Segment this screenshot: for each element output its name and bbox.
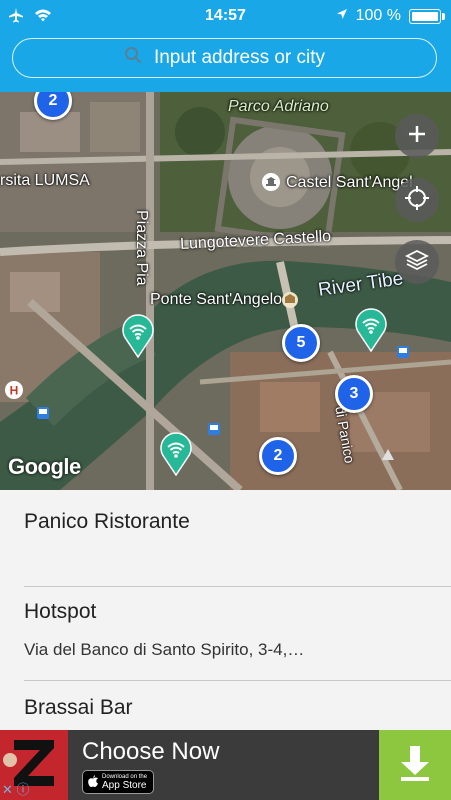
status-bar: 14:57 100 % [0, 0, 451, 32]
battery-icon [409, 8, 445, 24]
divider [24, 680, 451, 681]
search-placeholder: Input address or city [153, 47, 326, 68]
download-icon [398, 744, 432, 787]
app-store-label: App Store [102, 779, 147, 791]
cluster-marker[interactable]: 2 [259, 437, 297, 475]
label-ponte-santangelo: Ponte Sant'Angelo [150, 291, 283, 308]
result-address: Via del Banco di Santo Spirito, 3-4,… [24, 640, 305, 659]
result-title: Brassai Bar [24, 696, 133, 719]
hotspot-pin-icon[interactable] [121, 314, 155, 358]
search-input[interactable]: Input address or city [12, 38, 437, 78]
locate-me-button[interactable] [395, 178, 439, 222]
museum-icon [261, 172, 281, 197]
bus-stop-icon [37, 406, 49, 424]
header: 14:57 100 % Input address or city [0, 0, 451, 92]
label-castel-santangelo: Castel Sant'Angel [286, 174, 413, 191]
google-attribution: Google [8, 454, 81, 479]
apple-icon [87, 774, 99, 791]
result-title: Hotspot [24, 600, 97, 623]
bus-stop-icon [208, 422, 220, 440]
list-item[interactable]: Brassai Bar [0, 696, 451, 730]
ad-close-icon[interactable]: ✕ ⓘ [2, 779, 30, 798]
label-piazza-pia: Piazza Pia [133, 210, 150, 286]
cluster-marker[interactable]: 3 [335, 375, 373, 413]
label-lumsa: rsita LUMSA [0, 172, 90, 189]
result-title: Panico Ristorante [24, 510, 190, 533]
map-view[interactable]: Parco Adriano Castel Sant'Angel rsita LU… [0, 92, 451, 490]
ad-headline: Choose Now [82, 738, 220, 765]
layers-icon [404, 248, 430, 277]
label-parco-adriano: Parco Adriano [228, 98, 329, 115]
ad-banner[interactable]: Choose Now Download on the App Store ✕ ⓘ [0, 730, 451, 800]
app-store-badge[interactable]: Download on the App Store [82, 770, 154, 794]
landmark-icon [281, 291, 299, 314]
results-list: Panico Ristorante Hotspot Via del Banco … [0, 490, 451, 730]
cluster-marker[interactable]: 5 [282, 324, 320, 362]
zoom-in-button[interactable] [395, 114, 439, 158]
hotspot-pin-icon[interactable] [354, 308, 388, 352]
divider [24, 586, 451, 587]
layers-button[interactable] [395, 240, 439, 284]
svg-text:H: H [10, 384, 19, 398]
pedestrian-icon [381, 448, 395, 467]
download-button[interactable] [379, 730, 451, 800]
search-icon [124, 46, 142, 70]
zoom-in-icon [407, 124, 427, 149]
list-item[interactable]: Hotspot Via del Banco di Santo Spirito, … [0, 600, 451, 676]
list-item[interactable]: Panico Ristorante [0, 510, 451, 586]
battery-percent: 100 % [355, 7, 401, 24]
hotspot-pin-icon[interactable] [159, 432, 193, 476]
locate-icon [404, 185, 430, 216]
bus-stop-icon [397, 345, 409, 363]
location-arrow-icon [336, 7, 348, 25]
hospital-icon: H [4, 380, 24, 405]
